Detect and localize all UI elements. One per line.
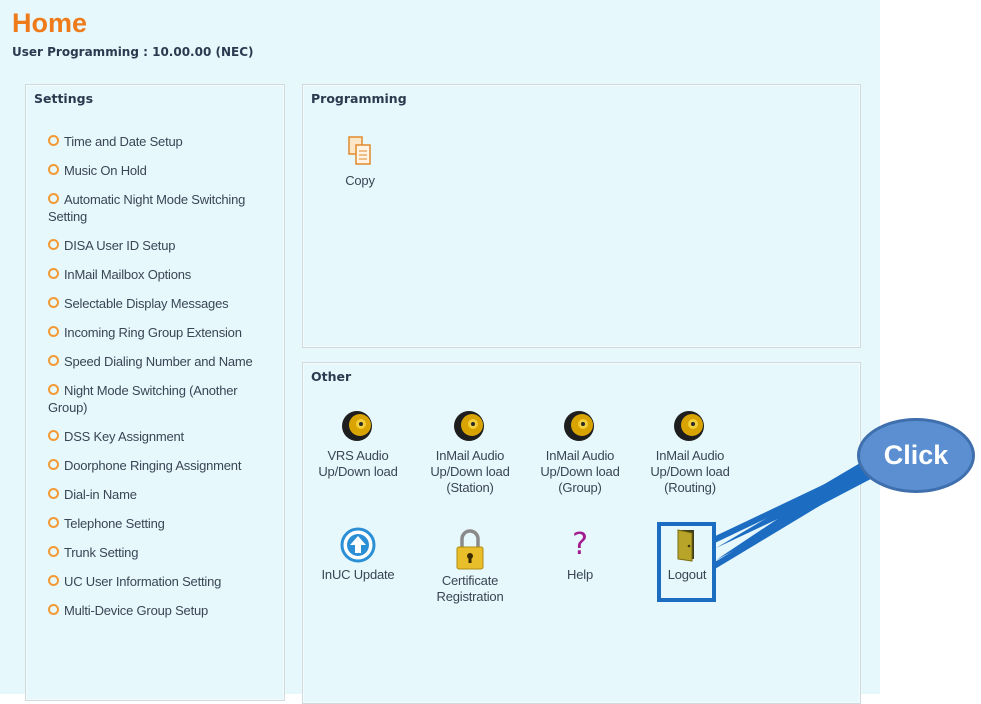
speaker-icon (564, 411, 594, 441)
upload-icon (340, 527, 376, 563)
settings-panel: Settings Time and Date Setup Music On Ho… (25, 84, 285, 701)
bullet-icon (48, 135, 59, 146)
inmail-group-button[interactable]: InMail Audio Up/Down load (Group) (527, 408, 633, 496)
settings-item-uc-user[interactable]: UC User Information Setting (48, 573, 278, 590)
settings-item-dss-key[interactable]: DSS Key Assignment (48, 428, 278, 445)
settings-item-night-mode[interactable]: Automatic Night Mode Switching Setting (48, 191, 278, 225)
inmail-station-button[interactable]: InMail Audio Up/Down load (Station) (417, 408, 523, 496)
help-icon: ? (572, 527, 588, 562)
vrs-audio-button[interactable]: VRS Audio Up/Down load (305, 408, 411, 480)
other-panel-title: Other (311, 369, 352, 384)
page-subtitle: User Programming : 10.00.00 (NEC) (12, 45, 254, 59)
app-window: Home User Programming : 10.00.00 (NEC) S… (0, 0, 880, 704)
speaker-icon (674, 411, 704, 441)
speaker-icon (454, 411, 484, 441)
help-button[interactable]: ? Help (527, 527, 633, 583)
inuc-update-button[interactable]: InUC Update (305, 527, 411, 583)
bullet-icon (48, 239, 59, 250)
page-title: Home (12, 8, 88, 38)
speaker-icon (342, 411, 372, 441)
settings-item-disa[interactable]: DISA User ID Setup (48, 237, 278, 254)
bullet-icon (48, 604, 59, 615)
settings-item-time-date[interactable]: Time and Date Setup (48, 133, 278, 150)
inmail-routing-button[interactable]: InMail Audio Up/Down load (Routing) (637, 408, 743, 496)
bullet-icon (48, 459, 59, 470)
certificate-registration-button[interactable]: Certificate Registration (417, 527, 523, 605)
bullet-icon (48, 546, 59, 557)
bullet-icon (48, 430, 59, 441)
settings-item-night-mode-another[interactable]: Night Mode Switching (Another Group) (48, 382, 278, 416)
bullet-icon (48, 268, 59, 279)
settings-item-speed-dialing[interactable]: Speed Dialing Number and Name (48, 353, 278, 370)
settings-item-doorphone[interactable]: Doorphone Ringing Assignment (48, 457, 278, 474)
settings-item-inmail-options[interactable]: InMail Mailbox Options (48, 266, 278, 283)
copy-label: Copy (345, 173, 375, 188)
programming-panel-title: Programming (311, 91, 407, 106)
settings-item-trunk[interactable]: Trunk Setting (48, 544, 278, 561)
settings-list: Time and Date Setup Music On Hold Automa… (48, 133, 278, 631)
settings-item-ring-group[interactable]: Incoming Ring Group Extension (48, 324, 278, 341)
bullet-icon (48, 384, 59, 395)
bullet-icon (48, 517, 59, 528)
copy-icon (348, 136, 371, 165)
bullet-icon (48, 575, 59, 586)
settings-item-multi-device[interactable]: Multi-Device Group Setup (48, 602, 278, 619)
bullet-icon (48, 488, 59, 499)
settings-item-dial-in-name[interactable]: Dial-in Name (48, 486, 278, 503)
settings-item-telephone[interactable]: Telephone Setting (48, 515, 278, 532)
lock-icon (456, 529, 484, 570)
click-callout-bubble: Click (857, 418, 975, 493)
settings-item-music-on-hold[interactable]: Music On Hold (48, 162, 278, 179)
copy-button[interactable]: Copy (335, 135, 385, 189)
settings-item-display-messages[interactable]: Selectable Display Messages (48, 295, 278, 312)
bullet-icon (48, 193, 59, 204)
bullet-icon (48, 326, 59, 337)
settings-panel-title: Settings (34, 91, 94, 106)
programming-panel: Programming (302, 84, 861, 348)
bullet-icon (48, 297, 59, 308)
bullet-icon (48, 164, 59, 175)
bullet-icon (48, 355, 59, 366)
logout-highlight-box (657, 522, 716, 602)
